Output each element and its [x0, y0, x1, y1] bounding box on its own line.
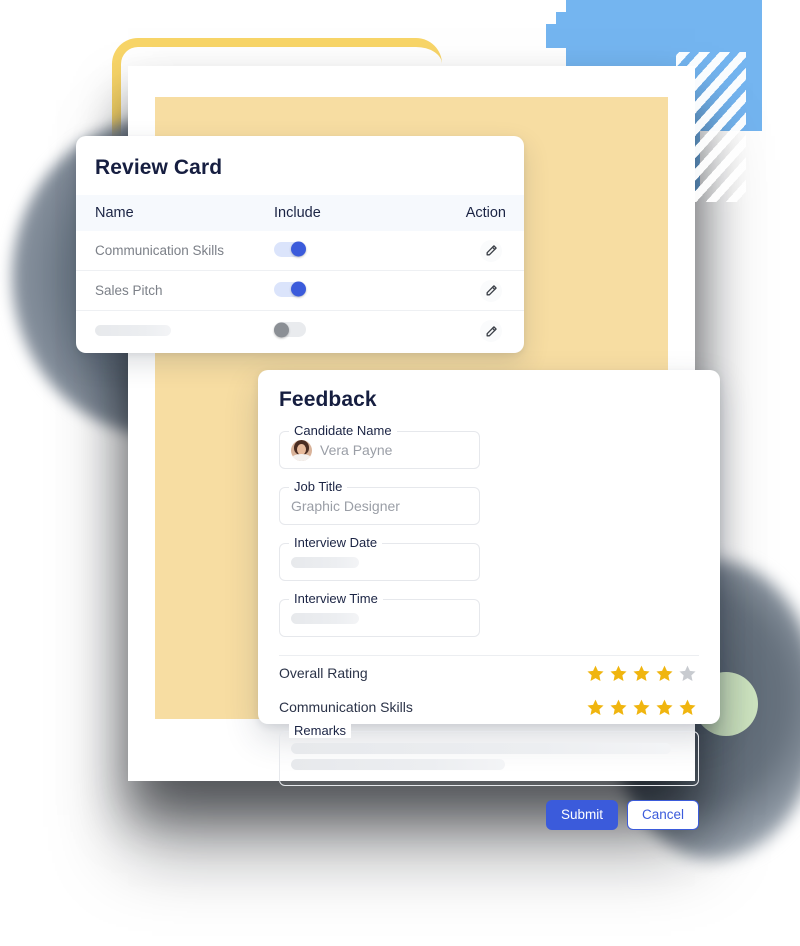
remarks-field[interactable]: Remarks [279, 723, 699, 786]
submit-button[interactable]: Submit [545, 800, 618, 830]
star-icon-empty[interactable] [678, 664, 697, 683]
include-toggle[interactable] [274, 281, 306, 297]
interview-date-field[interactable]: Interview Date [279, 535, 480, 581]
feedback-fields: Candidate Name Vera Payne Job Title Grap… [279, 423, 699, 637]
include-toggle[interactable] [274, 241, 306, 257]
column-header-include: Include [274, 205, 321, 221]
communication-skills-stars[interactable] [586, 698, 699, 717]
action-cell [434, 279, 524, 302]
star-icon-filled[interactable] [632, 698, 651, 717]
action-cell [434, 320, 524, 342]
remarks-label: Remarks [289, 723, 352, 738]
include-toggle-cell [274, 281, 434, 300]
interview-time-field[interactable]: Interview Time [279, 591, 480, 637]
star-icon-filled[interactable] [678, 698, 697, 717]
job-title-field[interactable]: Job Title Graphic Designer [279, 479, 480, 525]
feedback-card: Feedback Candidate Name Vera Payne Job T… [258, 370, 720, 830]
star-icon-filled[interactable] [609, 698, 628, 717]
star-icon-filled[interactable] [655, 664, 674, 683]
action-cell [434, 239, 524, 262]
table-row: Communication Skills [76, 231, 524, 271]
star-icon-filled[interactable] [586, 698, 605, 717]
feedback-card-title: Feedback [279, 388, 377, 411]
diagonal-stripes-overlay [676, 52, 746, 202]
review-table-header: Name Include Action [76, 195, 524, 231]
avatar [291, 439, 312, 461]
interview-time-label: Interview Time [289, 591, 383, 606]
candidate-name-label: Candidate Name [289, 423, 397, 438]
table-row [76, 311, 524, 351]
star-icon-filled[interactable] [586, 664, 605, 683]
row-name-label: Communication Skills [95, 243, 225, 258]
include-toggle[interactable] [274, 322, 306, 337]
row-name-placeholder [76, 324, 274, 339]
review-card: Review Card Name Include Action Communic… [76, 136, 524, 353]
decorative-backdrop: Review Card Name Include Action Communic… [0, 0, 800, 946]
interview-date-label: Interview Date [289, 535, 383, 550]
overall-rating-stars[interactable] [586, 664, 699, 683]
job-title-label: Job Title [289, 479, 348, 494]
cancel-button[interactable]: Cancel [626, 800, 699, 830]
skeleton-bar [291, 759, 505, 770]
star-icon-filled[interactable] [655, 698, 674, 717]
communication-skills-rating-row: Communication Skills [279, 690, 699, 724]
star-icon-filled[interactable] [609, 664, 628, 683]
candidate-name-field[interactable]: Candidate Name Vera Payne [279, 423, 480, 469]
feedback-actions: Submit Cancel [279, 800, 699, 830]
column-header-action: Action [465, 205, 506, 221]
skeleton-bar [95, 324, 171, 336]
column-header-name: Name [95, 205, 134, 221]
pencil-icon[interactable] [480, 239, 502, 262]
overall-rating-row: Overall Rating [279, 656, 699, 690]
communication-skills-label: Communication Skills [279, 699, 413, 715]
candidate-name-value: Vera Payne [320, 442, 393, 458]
skeleton-bar [291, 743, 672, 754]
overall-rating-label: Overall Rating [279, 665, 368, 681]
star-icon-filled[interactable] [632, 664, 651, 683]
include-toggle-cell [274, 322, 434, 340]
include-toggle-cell [274, 241, 434, 260]
skeleton-bar [291, 612, 359, 624]
pencil-icon[interactable] [480, 279, 502, 302]
row-name-label: Sales Pitch [95, 283, 163, 298]
skeleton-bar [291, 556, 359, 568]
review-card-title: Review Card [95, 156, 223, 179]
table-row: Sales Pitch [76, 271, 524, 311]
job-title-value: Graphic Designer [291, 498, 400, 514]
pencil-icon[interactable] [480, 320, 502, 342]
